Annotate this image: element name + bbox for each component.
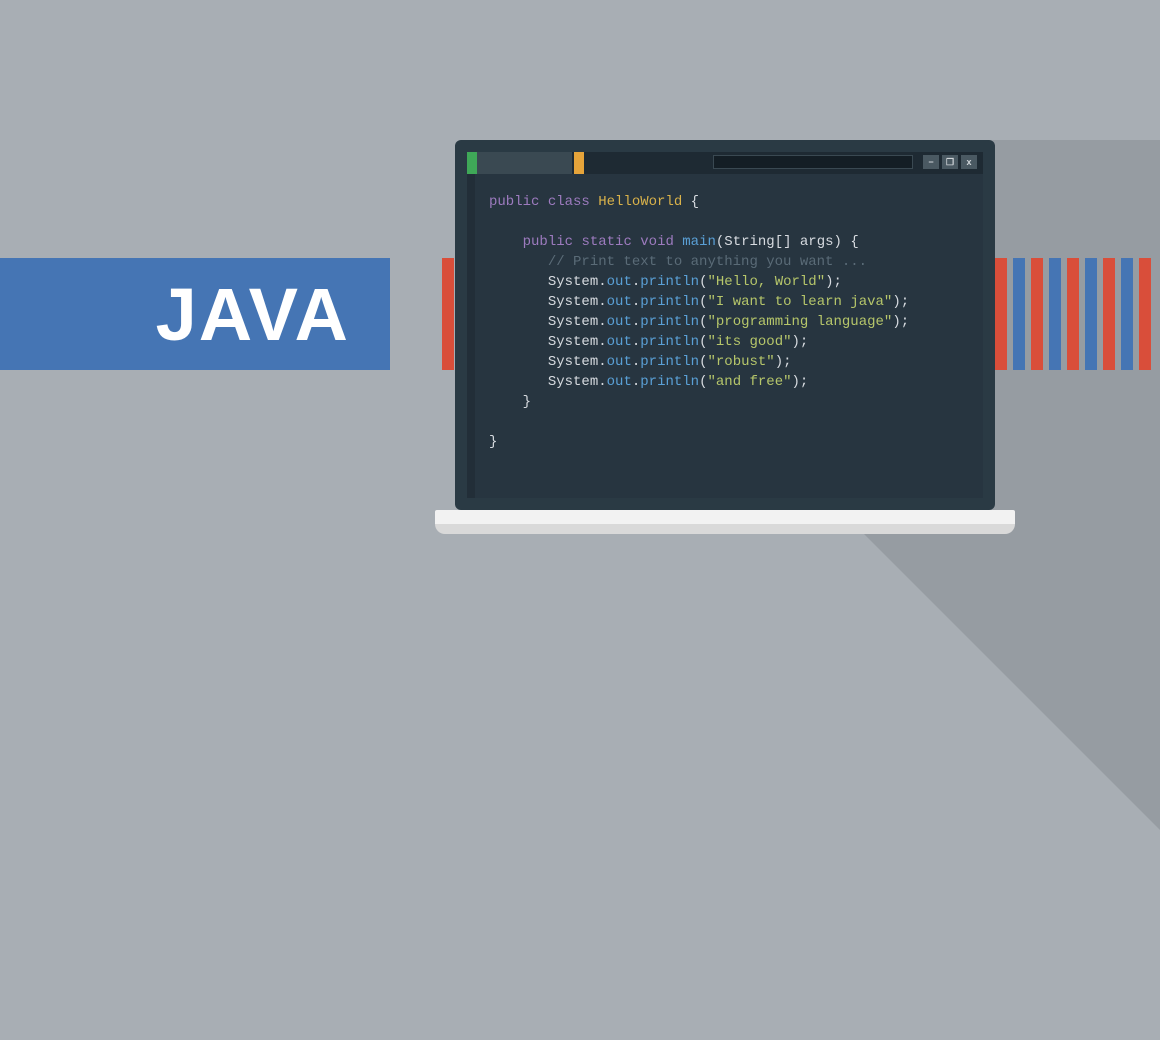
- paren: );: [792, 334, 809, 350]
- method: println: [640, 294, 699, 310]
- code-area[interactable]: public class HelloWorld { public static …: [489, 192, 909, 452]
- stripe-blue: [1049, 258, 1061, 370]
- object: System: [548, 314, 598, 330]
- stripe-blue: [1085, 258, 1097, 370]
- keyword: public: [489, 194, 539, 210]
- stripe-red: [1031, 258, 1043, 370]
- keyword: public: [523, 234, 573, 250]
- string: "its good": [707, 334, 791, 350]
- paren: );: [775, 354, 792, 370]
- dot: .: [632, 354, 640, 370]
- laptop-base-lip: [435, 524, 1015, 534]
- string: "Hello, World": [707, 274, 825, 290]
- dot: .: [632, 274, 640, 290]
- method: println: [640, 274, 699, 290]
- close-button[interactable]: x: [961, 155, 977, 169]
- method-name: main: [682, 234, 716, 250]
- editor-screen: − ❐ x public class HelloWorld { public s…: [467, 152, 983, 498]
- window-controls: − ❐ x: [923, 155, 977, 169]
- dot: .: [598, 354, 606, 370]
- stripe-red: [442, 258, 454, 370]
- class-name: HelloWorld: [598, 194, 682, 210]
- string: "I want to learn java": [707, 294, 892, 310]
- keyword: static: [581, 234, 631, 250]
- laptop-screen-bezel: − ❐ x public class HelloWorld { public s…: [455, 140, 995, 510]
- indent: [489, 354, 548, 370]
- maximize-button[interactable]: ❐: [942, 155, 958, 169]
- indent: [489, 274, 548, 290]
- dot: .: [632, 374, 640, 390]
- method: println: [640, 374, 699, 390]
- dot: .: [632, 314, 640, 330]
- params: (String[] args) {: [716, 234, 859, 250]
- paren: );: [825, 274, 842, 290]
- field: out: [607, 334, 632, 350]
- brace: }: [523, 394, 531, 410]
- brace: }: [489, 434, 497, 450]
- method: println: [640, 354, 699, 370]
- keyword: void: [640, 234, 674, 250]
- dot: .: [632, 294, 640, 310]
- banner-title: JAVA: [156, 272, 350, 357]
- editor-gutter: [467, 174, 475, 498]
- stripe-blue: [1121, 258, 1133, 370]
- dot: .: [598, 374, 606, 390]
- decorative-stripes-right: [995, 258, 1151, 370]
- indent: [489, 374, 548, 390]
- editor-topbar: − ❐ x: [467, 152, 983, 174]
- brace: {: [682, 194, 699, 210]
- stripe-red: [1103, 258, 1115, 370]
- tab-accent-orange: [574, 152, 584, 174]
- indent: [489, 314, 548, 330]
- dot: .: [598, 294, 606, 310]
- method: println: [640, 334, 699, 350]
- field: out: [607, 374, 632, 390]
- minimize-button[interactable]: −: [923, 155, 939, 169]
- stripe-red: [1067, 258, 1079, 370]
- object: System: [548, 374, 598, 390]
- indent: [489, 334, 548, 350]
- dot: .: [598, 334, 606, 350]
- field: out: [607, 354, 632, 370]
- paren: );: [892, 294, 909, 310]
- indent: [489, 254, 548, 270]
- object: System: [548, 294, 598, 310]
- search-input[interactable]: [713, 155, 913, 169]
- indent: [489, 234, 523, 250]
- paren: );: [792, 374, 809, 390]
- field: out: [607, 314, 632, 330]
- object: System: [548, 334, 598, 350]
- dot: .: [598, 274, 606, 290]
- keyword: class: [548, 194, 590, 210]
- paren: );: [892, 314, 909, 330]
- comment: // Print text to anything you want ...: [548, 254, 867, 270]
- object: System: [548, 354, 598, 370]
- stripe-red: [1139, 258, 1151, 370]
- method: println: [640, 314, 699, 330]
- java-banner: JAVA: [0, 258, 390, 370]
- string: "robust": [707, 354, 774, 370]
- string: "and free": [707, 374, 791, 390]
- laptop-base: [435, 510, 1015, 524]
- tab-active[interactable]: [477, 152, 572, 174]
- indent: [489, 394, 523, 410]
- field: out: [607, 294, 632, 310]
- dot: .: [598, 314, 606, 330]
- laptop: − ❐ x public class HelloWorld { public s…: [455, 140, 1015, 534]
- string: "programming language": [707, 314, 892, 330]
- indent: [489, 294, 548, 310]
- field: out: [607, 274, 632, 290]
- object: System: [548, 274, 598, 290]
- tab-accent-green: [467, 152, 477, 174]
- dot: .: [632, 334, 640, 350]
